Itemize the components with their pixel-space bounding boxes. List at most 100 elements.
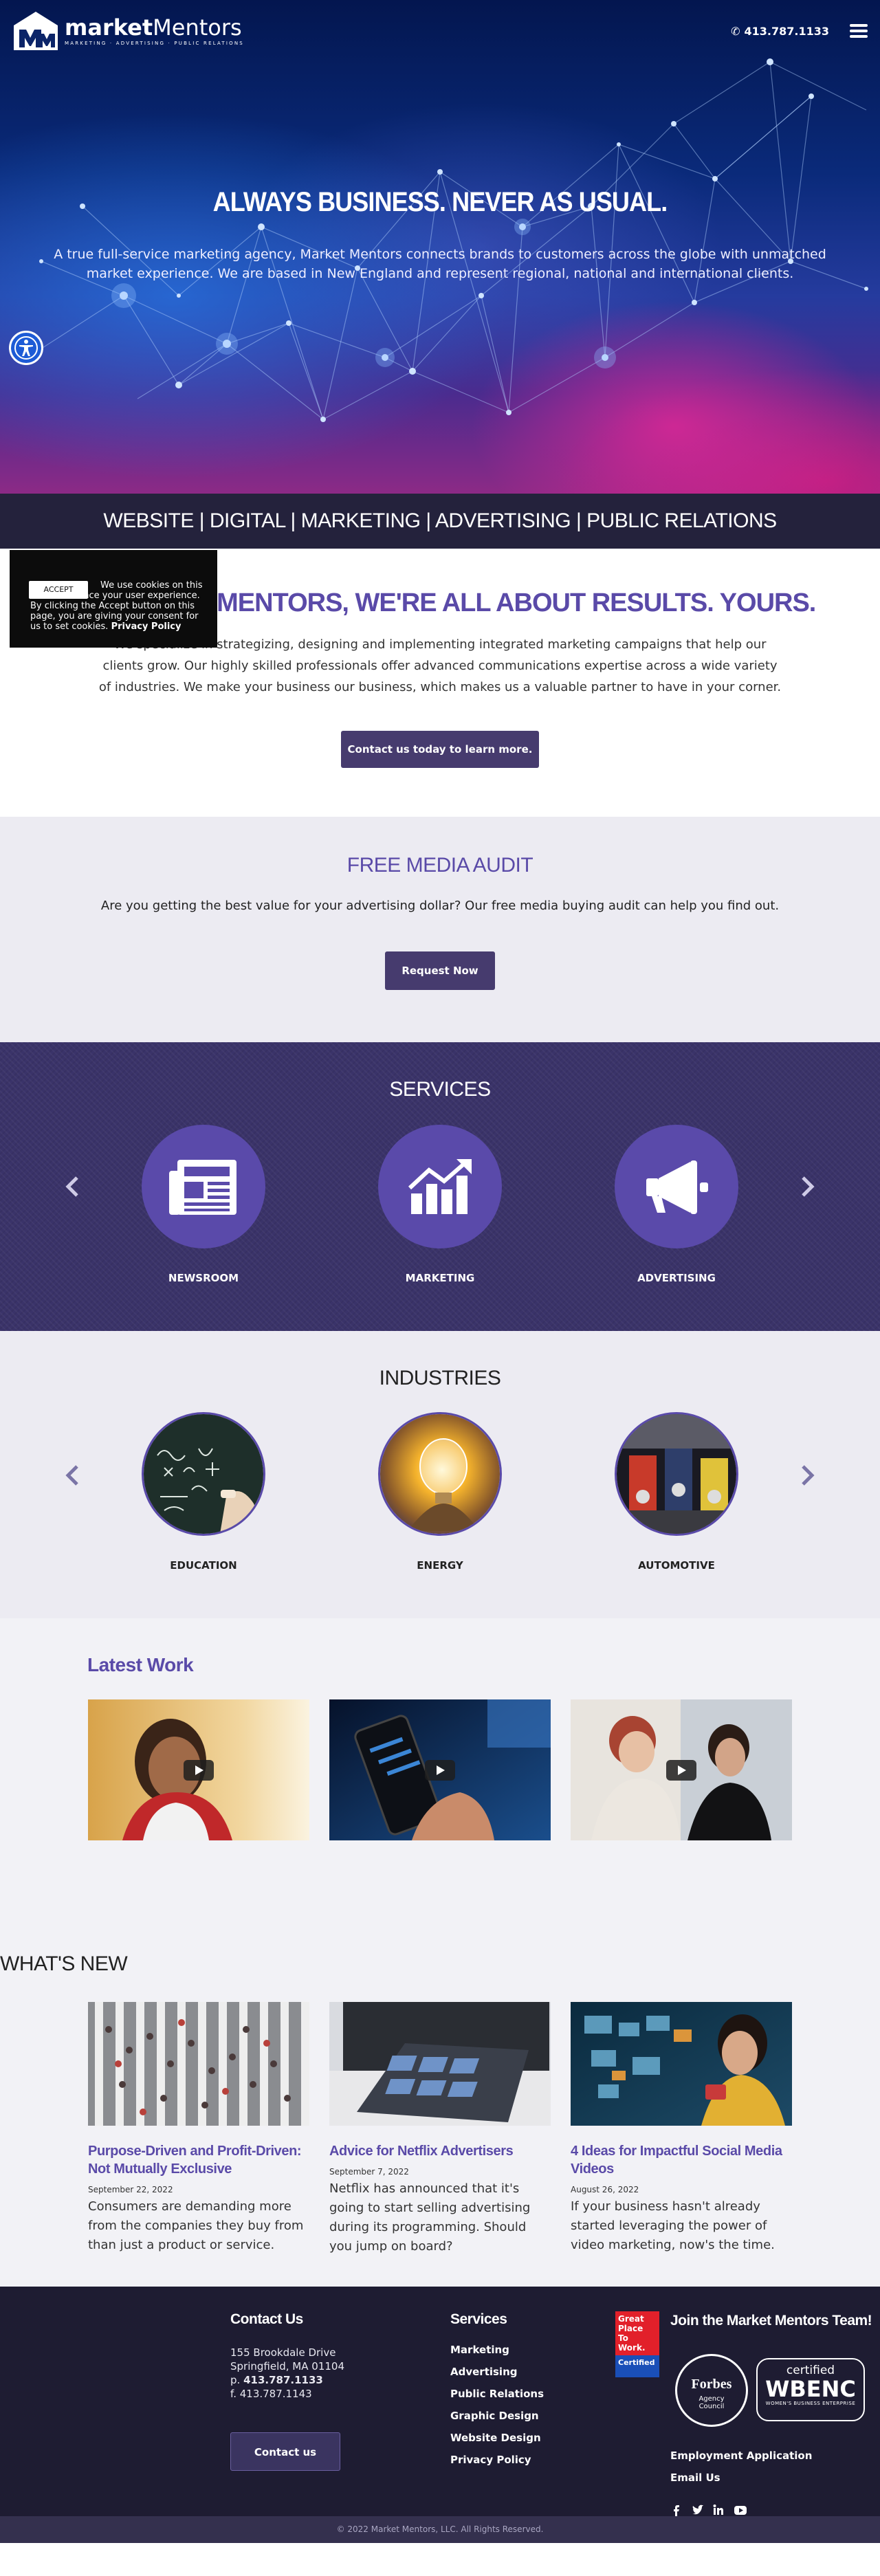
hero-subtitle: A true full-service marketing agency, Ma… (54, 247, 826, 281)
news-post[interactable]: 4 Ideas for Impactful Social Media Video… (571, 2002, 792, 2290)
news-post-date: September 22, 2022 (88, 2185, 173, 2194)
service-newsroom[interactable]: NEWSROOM (135, 1125, 272, 1284)
service-advertising[interactable]: ADVERTISING (608, 1125, 745, 1284)
news-post-image[interactable] (88, 2002, 309, 2126)
footer-contact-button[interactable]: Contact us (230, 2432, 340, 2471)
automotive-image (615, 1412, 738, 1536)
work-video-thumbnail[interactable] (88, 1699, 309, 1840)
join-team-heading: Join the Market Mentors Team! (670, 2313, 872, 2329)
news-post-title[interactable]: Advice for Netflix Advertisers (329, 2142, 551, 2160)
wbenc-sub: WOMEN'S BUSINESS ENTERPRISE (765, 2401, 856, 2406)
services-strip-text: WEBSITE | DIGITAL | MARKETING | ADVERTIS… (103, 509, 777, 532)
industry-education[interactable]: EDUCATION (135, 1412, 272, 1572)
news-post-date: August 26, 2022 (571, 2185, 639, 2194)
footer-phone-link[interactable]: 413.787.1133 (243, 2374, 323, 2386)
twitter-icon[interactable] (691, 2504, 703, 2519)
footer-services-column: Services Marketing Advertising Public Re… (450, 2311, 544, 2471)
great-place-to-work-badge: Great Place To Work. Certified (615, 2311, 659, 2380)
footer-link-public-relations[interactable]: Public Relations (450, 2383, 544, 2405)
services-heading: SERVICES (389, 1078, 491, 1101)
footer-services-heading: Services (450, 2311, 507, 2327)
email-us-link[interactable]: Email Us (670, 2467, 812, 2489)
footer-fax: f. 413.787.1143 (230, 2388, 312, 2400)
employment-application-link[interactable]: Employment Application (670, 2445, 812, 2467)
media-audit-section: FREE MEDIA AUDIT Are you getting the bes… (0, 817, 880, 1042)
play-icon[interactable] (666, 1759, 696, 1781)
news-post-image[interactable] (571, 2002, 792, 2126)
gptw-certified: Certified (615, 2355, 659, 2377)
facebook-icon[interactable] (670, 2504, 681, 2519)
cookie-privacy-policy-link[interactable]: Privacy Policy (111, 621, 182, 632)
copyright-bar: © 2022 Market Mentors, LLC. All Rights R… (0, 2516, 880, 2543)
latest-work-heading: Latest Work (87, 1654, 194, 1675)
news-post-title[interactable]: 4 Ideas for Impactful Social Media Video… (571, 2142, 792, 2178)
industry-label: ENERGY (417, 1559, 463, 1572)
header-phone-link[interactable]: ✆ 413.787.1133 (731, 25, 829, 38)
services-section: SERVICES NEWSROOM MARKETING ADVERTISING (0, 1042, 880, 1331)
news-post-excerpt: Netflix has announced that it's going to… (329, 2181, 531, 2254)
logo-tagline: MARKETING · ADVERTISING · PUBLIC RELATIO… (65, 40, 244, 46)
footer-link-advertising[interactable]: Advertising (450, 2361, 544, 2383)
news-post-title[interactable]: Purpose-Driven and Profit-Driven: Not Mu… (88, 2142, 309, 2178)
footer-phone-prefix: p. (230, 2374, 241, 2386)
hamburger-menu-icon[interactable] (850, 24, 868, 38)
gptw-line4: Work. (618, 2343, 646, 2353)
play-icon[interactable] (425, 1759, 455, 1781)
audit-heading: FREE MEDIA AUDIT (346, 854, 534, 877)
footer-link-website-design[interactable]: Website Design (450, 2427, 544, 2449)
audit-body: Are you getting the best value for your … (100, 899, 780, 913)
industry-label: EDUCATION (170, 1559, 237, 1572)
header-phone-number: 413.787.1133 (744, 24, 829, 38)
forbes-sub2: Council (698, 2403, 725, 2410)
industries-section: INDUSTRIES EDUCATION ENERGY AUTOMOTIVE (0, 1331, 880, 1618)
logo-name-part1: market (65, 14, 153, 41)
gptw-line3: To (618, 2333, 628, 2343)
play-icon[interactable] (184, 1759, 214, 1781)
contact-learn-more-button[interactable]: Contact us today to learn more. (341, 731, 539, 768)
hero-section: marketMentors MARKETING · ADVERTISING · … (0, 0, 880, 494)
industries-prev-arrow-icon[interactable] (62, 1462, 82, 1489)
footer-link-marketing[interactable]: Marketing (450, 2339, 544, 2361)
industry-automotive[interactable]: AUTOMOTIVE (608, 1412, 745, 1572)
footer-link-privacy-policy[interactable]: Privacy Policy (450, 2449, 544, 2471)
industry-label: AUTOMOTIVE (638, 1559, 715, 1572)
service-label: MARKETING (405, 1272, 475, 1284)
work-video-thumbnail[interactable] (571, 1699, 792, 1840)
youtube-icon[interactable] (734, 2504, 747, 2519)
latest-work-section: Latest Work (0, 1618, 880, 1921)
industry-energy[interactable]: ENERGY (371, 1412, 509, 1572)
news-post[interactable]: Purpose-Driven and Profit-Driven: Not Mu… (88, 2002, 309, 2290)
energy-image (378, 1412, 502, 1536)
footer-address-line1: 155 Brookdale Drive (230, 2346, 336, 2359)
services-next-arrow-icon[interactable] (798, 1173, 818, 1200)
footer-contact-column: Contact Us 155 Brookdale Drive Springfie… (230, 2311, 344, 2401)
news-post-excerpt: If your business hasn't already started … (571, 2199, 775, 2252)
footer-link-graphic-design[interactable]: Graphic Design (450, 2405, 544, 2427)
footer-extra-links: Employment Application Email Us (670, 2445, 812, 2489)
whats-new-heading: WHAT'S NEW (0, 1952, 128, 1975)
hero-title: ALWAYS BUSINESS. NEVER AS USUAL. (212, 187, 668, 217)
market-mentors-logo-icon (14, 12, 58, 50)
site-logo[interactable]: marketMentors MARKETING · ADVERTISING · … (12, 9, 244, 53)
wbenc-name: WBENC (765, 2376, 856, 2402)
news-post[interactable]: Advice for Netflix Advertisers September… (329, 2002, 551, 2290)
service-label: NEWSROOM (168, 1272, 239, 1284)
chart-growth-icon (408, 1159, 472, 1214)
gptw-line2: Place (618, 2324, 644, 2333)
whats-new-section: WHAT'S NEW Purpose-Driven and Profit-Dri… (0, 1921, 880, 2290)
site-footer: Contact Us 155 Brookdale Drive Springfie… (0, 2287, 880, 2516)
work-video-thumbnail[interactable] (329, 1699, 551, 1840)
services-prev-arrow-icon[interactable] (62, 1173, 82, 1200)
cookie-banner: We use cookies on this site to enhance y… (10, 550, 217, 648)
cookie-accept-button[interactable]: ACCEPT (29, 581, 88, 599)
services-strip: WEBSITE | DIGITAL | MARKETING | ADVERTIS… (0, 494, 880, 549)
industries-heading: INDUSTRIES (379, 1367, 501, 1389)
industries-next-arrow-icon[interactable] (798, 1462, 818, 1489)
request-now-button[interactable]: Request Now (385, 951, 495, 990)
linkedin-icon[interactable] (713, 2504, 724, 2519)
newspaper-icon (169, 1160, 236, 1215)
top-navigation-bar: marketMentors MARKETING · ADVERTISING · … (0, 0, 880, 62)
news-post-image[interactable] (329, 2002, 551, 2126)
service-marketing[interactable]: MARKETING (371, 1125, 509, 1284)
accessibility-icon[interactable] (9, 331, 43, 365)
